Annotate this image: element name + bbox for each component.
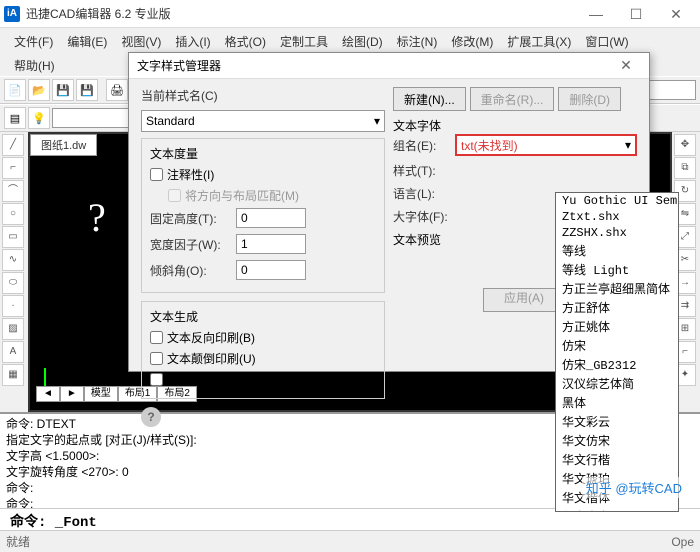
chevron-down-icon: ▾ <box>374 114 380 128</box>
generation-legend: 文本生成 <box>150 308 376 325</box>
lang-label: 语言(L): <box>393 185 449 202</box>
font-option[interactable]: 华文彩云 <box>556 412 678 431</box>
maximize-button[interactable]: ☐ <box>616 0 656 28</box>
save-icon[interactable]: 💾 <box>52 79 74 101</box>
new-style-button[interactable]: 新建(N)... <box>393 87 466 111</box>
close-button[interactable]: ✕ <box>656 0 696 28</box>
font-option[interactable]: 等线 <box>556 241 678 260</box>
style-name-select[interactable]: Standard▾ <box>141 110 385 132</box>
saveall-icon[interactable]: 💾 <box>76 79 98 101</box>
status-bar: 就绪 Ope <box>0 530 700 552</box>
generation-fieldset: 文本生成 文本反向印刷(B) 文本颠倒印刷(U) 文本垂直印刷(V) <box>141 301 385 399</box>
backwards-checkbox[interactable]: 文本反向印刷(B) <box>150 329 376 346</box>
menu-item[interactable]: 扩展工具(X) <box>501 33 577 50</box>
font-option[interactable]: 黑体 <box>556 393 678 412</box>
canvas-char-left: ? <box>88 194 106 241</box>
angle-input[interactable] <box>236 260 306 280</box>
apply-button: 应用(A) <box>483 288 565 312</box>
help-icon[interactable]: ? <box>141 407 161 427</box>
font-option[interactable]: Ztxt.shx <box>556 209 678 225</box>
menu-item[interactable]: 编辑(E) <box>61 33 113 50</box>
line-icon[interactable]: ╱ <box>2 134 24 156</box>
font-option[interactable]: 汉仪综艺体简 <box>556 374 678 393</box>
measure-legend: 文本度量 <box>150 145 376 162</box>
menu-item[interactable]: 定制工具 <box>274 33 334 50</box>
spline-icon[interactable]: ∿ <box>2 249 24 271</box>
layout-tab[interactable]: ► <box>60 386 84 402</box>
menu-item[interactable]: 修改(M) <box>445 33 499 50</box>
app-title: 迅捷CAD编辑器 6.2 专业版 <box>26 5 576 22</box>
open-icon[interactable]: 📂 <box>28 79 50 101</box>
layer-manager-icon[interactable]: ▤ <box>4 107 26 129</box>
delete-button: 删除(D) <box>558 87 621 111</box>
table-icon[interactable]: ▦ <box>2 364 24 386</box>
menu-item[interactable]: 视图(V) <box>115 33 167 50</box>
font-option[interactable]: 华文仿宋 <box>556 431 678 450</box>
copy2-icon[interactable]: ⧉ <box>674 157 696 179</box>
fontname-label: 组名(E): <box>393 137 449 154</box>
new-icon[interactable]: 📄 <box>4 79 26 101</box>
menu-item[interactable]: 文件(F) <box>8 33 59 50</box>
point-icon[interactable]: · <box>2 295 24 317</box>
document-tab[interactable]: 图纸1.dw <box>30 134 97 156</box>
move-icon[interactable]: ✥ <box>674 134 696 156</box>
dialog-title: 文字样式管理器 <box>137 57 611 74</box>
height-input[interactable] <box>236 208 306 228</box>
fontname-select[interactable]: txt(未找到)▾ <box>455 134 637 156</box>
menu-item[interactable]: 插入(I) <box>169 33 216 50</box>
font-option[interactable]: 华文行楷 <box>556 450 678 469</box>
font-option[interactable]: 华文隶书 <box>556 507 678 512</box>
font-option[interactable]: 等线 Light <box>556 260 678 279</box>
menu-item[interactable]: 格式(O) <box>219 33 272 50</box>
width-input[interactable] <box>236 234 306 254</box>
layout-tab[interactable]: 模型 <box>84 386 118 402</box>
chevron-down-icon: ▾ <box>625 138 631 152</box>
hatch-icon[interactable]: ▨ <box>2 318 24 340</box>
font-option[interactable]: 仿宋 <box>556 336 678 355</box>
font-option[interactable]: 方正兰亭超细黑简体 <box>556 279 678 298</box>
menubar: 文件(F)编辑(E)视图(V)插入(I)格式(O)定制工具绘图(D)标注(N)修… <box>0 28 700 54</box>
menu-help[interactable]: 帮助(H) <box>8 57 61 74</box>
titlebar: iA 迅捷CAD编辑器 6.2 专业版 — ☐ ✕ <box>0 0 700 28</box>
width-label: 宽度因子(W): <box>150 236 230 253</box>
layout-tab[interactable]: ◄ <box>36 386 60 402</box>
circle-icon[interactable]: ○ <box>2 203 24 225</box>
text-tool-icon[interactable]: A <box>2 341 24 363</box>
match-checkbox: 将方向与布局匹配(M) <box>168 187 376 204</box>
font-option[interactable]: 仿宋_GB2312 <box>556 355 678 374</box>
rename-button: 重命名(R)... <box>470 87 555 111</box>
font-option[interactable]: Yu Gothic UI Semilight <box>556 193 678 209</box>
status-ope: Ope <box>671 535 694 549</box>
bulb-icon[interactable]: 💡 <box>28 107 50 129</box>
angle-label: 倾斜角(O): <box>150 262 230 279</box>
font-option[interactable]: ZZSHX.shx <box>556 225 678 241</box>
menu-item[interactable]: 标注(N) <box>391 33 444 50</box>
ellipse-icon[interactable]: ⬭ <box>2 272 24 294</box>
rect-icon[interactable]: ▭ <box>2 226 24 248</box>
font-option[interactable]: 方正姚体 <box>556 317 678 336</box>
fontstyle-label: 样式(T): <box>393 162 449 179</box>
watermark: 知乎 @玩转CAD <box>582 477 686 498</box>
upside-checkbox[interactable]: 文本颠倒印刷(U) <box>150 350 376 367</box>
height-label: 固定高度(T): <box>150 210 230 227</box>
measure-fieldset: 文本度量 注释性(I) 将方向与布局匹配(M) 固定高度(T): 宽度因子(W)… <box>141 138 385 293</box>
font-dropdown[interactable]: Yu Gothic UI SemilightZtxt.shxZZSHX.shx等… <box>555 192 679 512</box>
arc-icon[interactable]: ⌒ <box>2 180 24 202</box>
menu-item[interactable]: 窗口(W) <box>579 33 634 50</box>
vertical-checkbox[interactable]: 文本垂直印刷(V) <box>150 371 376 388</box>
print-icon[interactable]: 🖨 <box>106 79 128 101</box>
menu-item[interactable]: 绘图(D) <box>336 33 389 50</box>
dialog-titlebar: 文字样式管理器 ✕ <box>129 53 649 79</box>
font-option[interactable]: 方正舒体 <box>556 298 678 317</box>
font-legend: 文本字体 <box>393 117 637 134</box>
bigfont-label: 大字体(F): <box>393 208 449 225</box>
app-icon: iA <box>4 6 20 22</box>
minimize-button[interactable]: — <box>576 0 616 28</box>
left-toolbar: ╱ ⌐ ⌒ ○ ▭ ∿ ⬭ · ▨ A ▦ <box>0 132 28 412</box>
dialog-close-button[interactable]: ✕ <box>611 57 641 74</box>
status-ready: 就绪 <box>6 533 30 550</box>
style-name-label: 当前样式名(C) <box>141 87 221 104</box>
pline-icon[interactable]: ⌐ <box>2 157 24 179</box>
annotative-checkbox[interactable]: 注释性(I) <box>150 166 376 183</box>
